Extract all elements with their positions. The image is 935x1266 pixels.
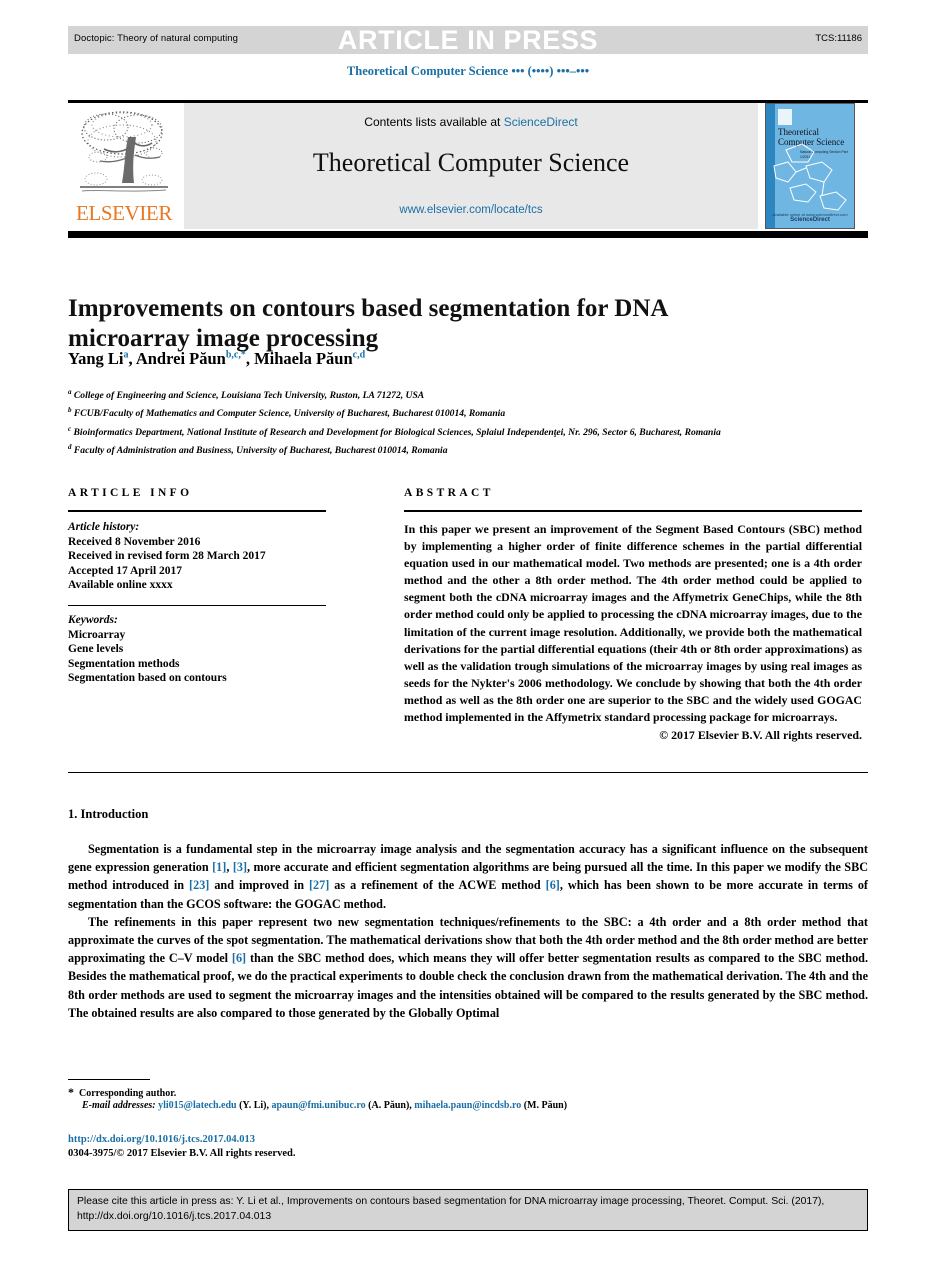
contents-prefix: Contents lists available at <box>364 115 504 129</box>
keywords-block: Keywords: Microarray Gene levels Segment… <box>68 613 326 686</box>
author-sup-3[interactable]: c,d <box>353 350 366 361</box>
history-item: Accepted 17 April 2017 <box>68 564 183 577</box>
article-in-press-text: ARTICLE IN PRESS <box>337 25 599 55</box>
article-history-block: Article history: Received 8 November 201… <box>68 520 326 593</box>
citation-ref-27[interactable]: [27] <box>309 878 329 892</box>
affiliation-item: c Bioinformatics Department, National In… <box>68 422 828 440</box>
journal-cover-thumbnail: Theoretical Computer Science Natural Com… <box>765 103 855 229</box>
journal-url-link[interactable]: www.elsevier.com/locate/tcs <box>184 204 758 216</box>
citation-ref-6a[interactable]: [6] <box>546 878 560 892</box>
sciencedirect-link[interactable]: ScienceDirect <box>504 115 578 129</box>
asterisk-icon: * <box>68 1085 74 1099</box>
paragraph-1: Segmentation is a fundamental step in th… <box>68 840 868 913</box>
abstract-column: ABSTRACT In this paper we present an imp… <box>404 487 862 743</box>
affiliation-mark: d <box>68 443 72 452</box>
affiliation-item: a College of Engineering and Science, Lo… <box>68 385 828 403</box>
affiliation-item: d Faculty of Administration and Business… <box>68 440 828 458</box>
affiliation-mark: b <box>68 406 72 415</box>
history-item: Available online xxxx <box>68 579 173 592</box>
affiliation-text: Bioinformatics Department, National Inst… <box>73 426 721 438</box>
keyword-item: Segmentation methods <box>68 657 180 670</box>
keyword-item: Segmentation based on contours <box>68 672 227 685</box>
email-owner-3: (M. Păun) <box>523 1100 568 1111</box>
abstract-text: In this paper we present an improvement … <box>404 522 862 725</box>
abstract-rule <box>404 510 862 512</box>
journal-article-page: Doctopic: Theory of natural computing AR… <box>68 0 868 1266</box>
affiliation-text: FCUB/Faculty of Mathematics and Computer… <box>73 408 506 420</box>
section-heading-introduction: 1. Introduction <box>68 807 149 821</box>
history-item: Received 8 November 2016 <box>68 535 201 548</box>
running-head: Theoretical Computer Science ••• (••••) … <box>346 64 590 78</box>
email-label: E-mail addresses: <box>82 1100 156 1111</box>
article-info-heading: ARTICLE INFO <box>68 487 193 499</box>
para1-seg-6: and improved in <box>209 878 309 893</box>
cite-this-article-box: Please cite this article in press as: Y.… <box>68 1189 868 1231</box>
elsevier-logo: ELSEVIER <box>68 103 180 229</box>
author-sup-2[interactable]: b,c,* <box>226 350 246 361</box>
cover-footer: Available online at www.sciencedirect.co… <box>766 212 854 223</box>
paragraph-2: The refinements in this paper represent … <box>68 913 868 1022</box>
article-info-rule <box>68 510 326 512</box>
author-name-3: Mihaela Păun <box>254 349 353 368</box>
author-name-2: Andrei Păun <box>135 349 226 368</box>
author-list: Yang Lia, Andrei Păunb,c,*, Mihaela Păun… <box>68 349 366 368</box>
email-owner-1: (Y. Li) <box>239 1100 267 1111</box>
corresponding-author-note: * Corresponding author. <box>68 1085 868 1101</box>
email-owner-2: (A. Păun) <box>368 1100 410 1111</box>
masthead-bottom-rule <box>68 231 868 238</box>
citation-ref-6b[interactable]: [6] <box>232 951 246 965</box>
tcs-identifier: TCS:11186 <box>815 33 862 44</box>
body-content: Segmentation is a fundamental step in th… <box>68 840 868 1022</box>
abstract-copyright: © 2017 Elsevier B.V. All rights reserved… <box>659 728 862 743</box>
contents-panel: Contents lists available at ScienceDirec… <box>184 103 758 229</box>
affiliation-text: Faculty of Administration and Business, … <box>73 445 448 457</box>
keywords-label: Keywords: <box>68 613 118 626</box>
citation-ref-3[interactable]: [3] <box>233 860 247 874</box>
corresponding-author-text: Corresponding author. <box>79 1088 177 1099</box>
journal-masthead: ELSEVIER Contents lists available at Sci… <box>68 103 868 229</box>
affiliation-mark: a <box>68 388 72 396</box>
issn-copyright-line: 0304-3975/© 2017 Elsevier B.V. All right… <box>68 1148 296 1159</box>
email-addresses-note: E-mail addresses: yli015@latech.edu (Y. … <box>82 1100 568 1111</box>
keywords-rule <box>68 604 326 606</box>
history-item: Received in revised form 28 March 2017 <box>68 550 266 563</box>
article-in-press-banner: Doctopic: Theory of natural computing AR… <box>68 25 868 55</box>
author-sup-1[interactable]: a <box>123 350 128 361</box>
doi-link[interactable]: http://dx.doi.org/10.1016/j.tcs.2017.04.… <box>68 1134 255 1145</box>
page-title: Improvements on contours based segmentat… <box>68 294 668 352</box>
keyword-item: Microarray <box>68 628 126 641</box>
journal-title: Theoretical Computer Science <box>312 148 630 177</box>
cover-molecule-graphic <box>773 143 847 211</box>
body-divider <box>68 772 868 773</box>
keyword-item: Gene levels <box>68 643 124 656</box>
email-link-2[interactable]: apaun@fmi.unibuc.ro <box>272 1100 366 1111</box>
author-name-1: Yang Li <box>68 349 124 368</box>
para1-seg-8: as a refinement of the ACWE method <box>329 878 546 893</box>
email-link-3[interactable]: mihaela.paun@incdsb.ro <box>414 1100 521 1111</box>
affiliation-list: a College of Engineering and Science, Lo… <box>68 385 828 459</box>
email-link-1[interactable]: yli015@latech.edu <box>158 1100 236 1111</box>
abstract-heading: ABSTRACT <box>404 487 494 499</box>
elsevier-wordmark: ELSEVIER <box>76 201 172 225</box>
article-history-label: Article history: <box>68 521 140 533</box>
affiliation-mark: c <box>68 424 72 433</box>
citation-ref-23[interactable]: [23] <box>189 878 209 892</box>
cover-footer-line2: ScienceDirect <box>790 217 830 223</box>
article-info-column: ARTICLE INFO Article history: Received 8… <box>68 487 326 686</box>
citation-ref-1[interactable]: [1] <box>212 860 226 874</box>
affiliation-item: b FCUB/Faculty of Mathematics and Comput… <box>68 403 828 421</box>
affiliation-text: College of Engineering and Science, Loui… <box>73 390 425 402</box>
footnote-rule <box>68 1079 150 1080</box>
elsevier-tree-icon <box>80 111 168 192</box>
contents-available-line: Contents lists available at ScienceDirec… <box>184 115 758 129</box>
